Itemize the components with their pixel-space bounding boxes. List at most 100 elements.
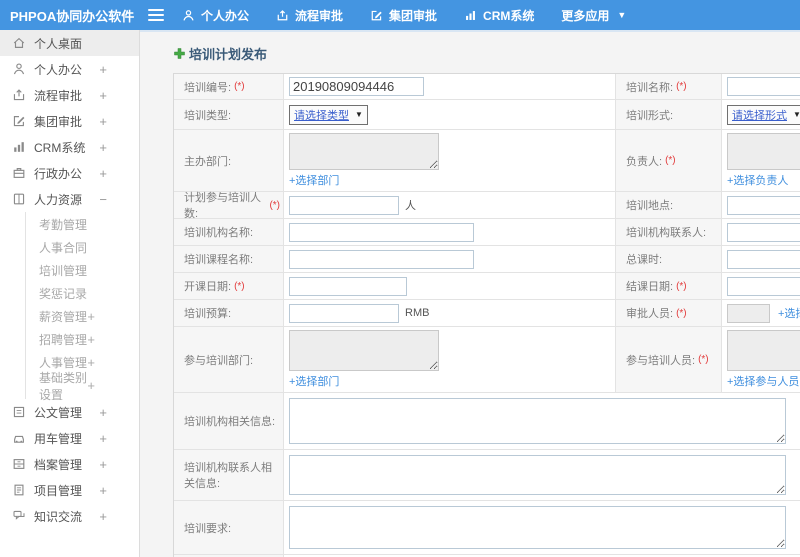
hamburger-menu-icon[interactable] bbox=[148, 9, 164, 21]
host-dept-textarea[interactable] bbox=[289, 133, 439, 170]
nav-personal-office[interactable]: 个人办公 bbox=[182, 7, 249, 24]
sidebar-sub-recruit[interactable]: 招聘管理 + bbox=[26, 328, 139, 351]
archive-icon bbox=[13, 459, 25, 469]
planned-count-input[interactable] bbox=[289, 195, 399, 215]
leader-textarea[interactable] bbox=[727, 133, 800, 170]
main-content: 培训计划发布 培训编号:(*) 培训名称:(*) 培训类型: 请选择类型▼ 培训… bbox=[140, 30, 800, 557]
expand-icon[interactable]: + bbox=[99, 483, 107, 498]
training-name-label: 培训名称: (*) bbox=[616, 74, 722, 99]
training-name-input[interactable] bbox=[727, 77, 800, 96]
bar-chart-icon bbox=[466, 10, 476, 20]
sidebar: 个人桌面 个人办公 + 流程审批 + 集团审批 + CRM系统 + 行政办公 +… bbox=[0, 30, 140, 557]
training-form-select[interactable]: 请选择形式▼ bbox=[727, 104, 800, 125]
end-date-label: 结课日期: (*) bbox=[616, 273, 722, 299]
select-leader-link[interactable]: +选择负责人 bbox=[727, 172, 788, 188]
org-info-label: 培训机构相关信息: bbox=[174, 393, 284, 449]
expand-icon[interactable]: + bbox=[99, 88, 107, 103]
sidebar-item-hr[interactable]: 人力资源 − bbox=[0, 186, 139, 212]
sidebar-item-workflow-approval[interactable]: 流程审批 + bbox=[0, 82, 139, 108]
location-input[interactable] bbox=[727, 195, 800, 215]
chevron-down-icon: ▼ bbox=[355, 110, 363, 119]
page-title: 培训计划发布 bbox=[189, 47, 268, 62]
sidebar-sub-base-category[interactable]: 基础类别设置 + bbox=[26, 371, 139, 402]
select-join-dept-link[interactable]: +选择部门 bbox=[289, 373, 339, 389]
org-name-input[interactable] bbox=[289, 222, 474, 242]
select-dept-link[interactable]: +选择部门 bbox=[289, 172, 339, 188]
form-row-org-contact-info: 培训机构联系人相关信息: bbox=[174, 450, 800, 501]
training-no-input[interactable] bbox=[289, 77, 424, 96]
sidebar-item-desktop[interactable]: 个人桌面 bbox=[0, 30, 139, 56]
bar-chart-icon bbox=[14, 142, 24, 152]
user-icon bbox=[183, 9, 194, 21]
org-contact-info-textarea[interactable] bbox=[289, 455, 786, 495]
sidebar-sub-rewards[interactable]: 奖惩记录 bbox=[26, 282, 139, 305]
sidebar-item-knowledge[interactable]: 知识交流 + bbox=[0, 503, 139, 529]
form-row-host-dept: 主办部门: +选择部门 负责人: (*) +选择负责人 bbox=[174, 130, 800, 192]
sidebar-sub-attendance[interactable]: 考勤管理 bbox=[26, 213, 139, 236]
top-header: PHPOA协同办公软件 个人办公 流程审批 集团审批 CRM系统 更多应用 ▼ bbox=[0, 0, 800, 30]
training-no-label: 培训编号: (*) bbox=[174, 74, 284, 99]
upload-box-icon bbox=[13, 89, 25, 101]
expand-icon[interactable]: + bbox=[87, 355, 95, 370]
sidebar-item-crm[interactable]: CRM系统 + bbox=[0, 134, 139, 160]
join-dept-textarea[interactable] bbox=[289, 330, 439, 371]
sidebar-sub-salary[interactable]: 薪资管理 + bbox=[26, 305, 139, 328]
budget-input[interactable] bbox=[289, 303, 399, 323]
form-row-requirement: 培训要求: bbox=[174, 501, 800, 555]
sidebar-sub-training[interactable]: 培训管理 bbox=[26, 259, 139, 282]
course-name-label: 培训课程名称: bbox=[174, 246, 284, 272]
location-label: 培训地点: bbox=[616, 192, 722, 218]
join-dept-label: 参与培训部门: bbox=[174, 327, 284, 392]
nav-group-approval[interactable]: 集团审批 bbox=[370, 7, 437, 24]
nav-crm-system[interactable]: CRM系统 bbox=[464, 7, 534, 24]
form-row-training-type: 培训类型: 请选择类型▼ 培训形式: 请选择形式▼ bbox=[174, 100, 800, 130]
end-date-input[interactable] bbox=[727, 276, 800, 296]
start-date-label: 开课日期: (*) bbox=[174, 273, 284, 299]
total-hours-label: 总课时: bbox=[616, 246, 722, 272]
budget-label: 培训预算: bbox=[174, 300, 284, 326]
requirement-textarea[interactable] bbox=[289, 506, 786, 549]
total-hours-input[interactable] bbox=[727, 249, 800, 269]
expand-icon[interactable]: + bbox=[99, 509, 107, 524]
edit-icon bbox=[13, 116, 25, 127]
expand-icon[interactable]: + bbox=[99, 166, 107, 181]
sidebar-item-vehicle[interactable]: 用车管理 + bbox=[0, 425, 139, 451]
chat-icon bbox=[13, 510, 25, 520]
sidebar-sub-hr-contract[interactable]: 人事合同 bbox=[26, 236, 139, 259]
course-name-input[interactable] bbox=[289, 249, 474, 269]
form-row-org-info: 培训机构相关信息: bbox=[174, 393, 800, 450]
expand-icon[interactable]: + bbox=[99, 405, 107, 420]
approver-input[interactable] bbox=[727, 303, 770, 323]
org-info-textarea[interactable] bbox=[289, 398, 786, 444]
collapse-icon[interactable]: − bbox=[99, 192, 107, 207]
expand-icon[interactable]: + bbox=[87, 332, 95, 347]
expand-icon[interactable]: + bbox=[99, 114, 107, 129]
car-icon bbox=[14, 435, 24, 443]
expand-icon[interactable]: + bbox=[99, 431, 107, 446]
sidebar-item-admin-office[interactable]: 行政办公 + bbox=[0, 160, 139, 186]
requirement-label: 培训要求: bbox=[174, 501, 284, 554]
start-date-input[interactable] bbox=[289, 276, 407, 296]
sidebar-item-group-approval[interactable]: 集团审批 + bbox=[0, 108, 139, 134]
form-row-budget: 培训预算: RMB 审批人员:(*) +选择审批人员 bbox=[174, 300, 800, 327]
training-form-label: 培训形式: bbox=[616, 100, 722, 129]
sidebar-item-projects[interactable]: 项目管理 + bbox=[0, 477, 139, 503]
org-contact-input[interactable] bbox=[727, 222, 800, 242]
expand-icon[interactable]: + bbox=[87, 309, 95, 324]
expand-icon[interactable]: + bbox=[99, 140, 107, 155]
expand-icon[interactable]: + bbox=[99, 62, 107, 77]
training-type-select[interactable]: 请选择类型 ▼ bbox=[289, 104, 368, 125]
leader-label: 负责人: (*) bbox=[616, 130, 722, 191]
chevron-down-icon: ▼ bbox=[617, 10, 627, 20]
join-person-textarea[interactable] bbox=[727, 330, 800, 371]
expand-icon[interactable]: + bbox=[87, 378, 95, 393]
select-join-person-link[interactable]: +选择参与人员 bbox=[727, 373, 799, 389]
expand-icon[interactable]: + bbox=[99, 457, 107, 472]
select-approver-link[interactable]: +选择审批人员 bbox=[778, 305, 800, 321]
approver-label: 审批人员: (*) bbox=[616, 300, 722, 326]
sidebar-item-documents[interactable]: 公文管理 + bbox=[0, 399, 139, 425]
nav-more-apps[interactable]: 更多应用 ▼ bbox=[561, 7, 626, 24]
nav-workflow-approval[interactable]: 流程审批 bbox=[276, 7, 343, 24]
sidebar-item-archives[interactable]: 档案管理 + bbox=[0, 451, 139, 477]
sidebar-item-personal-office[interactable]: 个人办公 + bbox=[0, 56, 139, 82]
